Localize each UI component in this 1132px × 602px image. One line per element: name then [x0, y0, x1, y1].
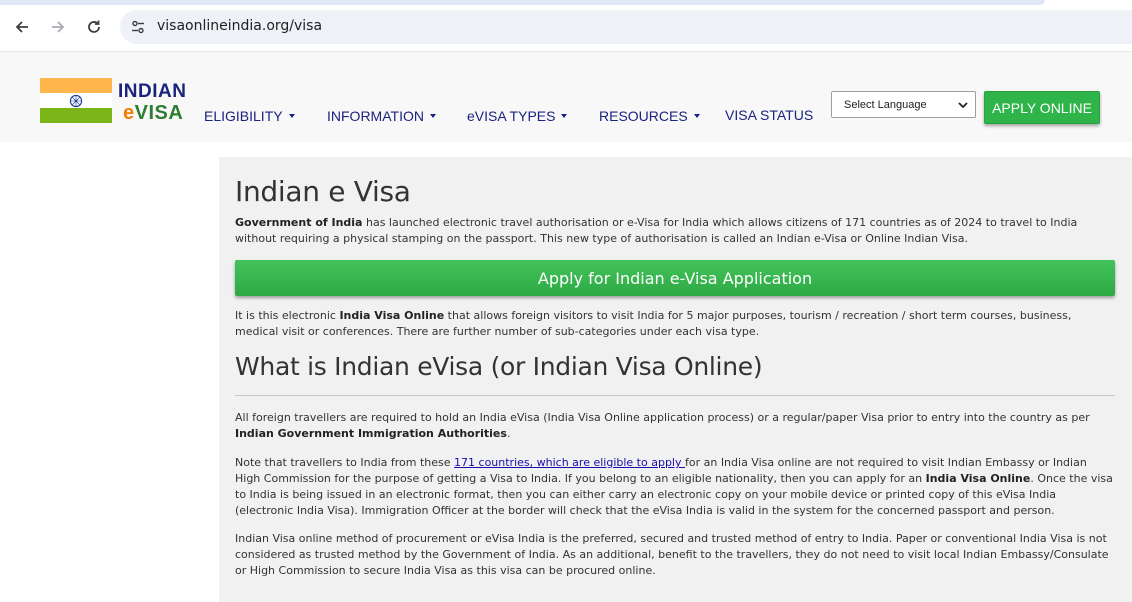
nav-eligibility[interactable]: ELIGIBILITY [204, 108, 295, 124]
logo-visa-word: VISA [134, 102, 184, 124]
caret-down-icon [693, 114, 700, 119]
eligible-countries-link[interactable]: 171 countries, which are eligible to app… [454, 456, 685, 469]
eligibility-paragraph: Note that travellers to India from these… [235, 455, 1115, 519]
url-text[interactable]: visaonlineindia.org/visa [157, 18, 322, 34]
logo-text-evisa[interactable]: eVISA [123, 102, 183, 125]
page-title: Indian e Visa [235, 175, 411, 208]
language-select-value: Select Language [844, 98, 927, 111]
apply-online-button[interactable]: APPLY ONLINE [984, 91, 1100, 124]
p2-bold: India Visa Online [339, 309, 445, 322]
section-heading: What is Indian eVisa (or Indian Visa Onl… [235, 352, 763, 381]
logo-text-indian[interactable]: INDIAN [118, 81, 186, 103]
p2-start: It is this electronic [235, 309, 340, 322]
reload-button[interactable] [81, 14, 107, 40]
p3-end: . [506, 427, 511, 440]
divider [235, 395, 1115, 396]
site-header: INDIAN eVISA ELIGIBILITY INFORMATION eVI… [0, 52, 1132, 142]
main-content: Indian e Visa Government of India has la… [219, 157, 1132, 602]
nav-visa-status[interactable]: VISA STATUS [725, 107, 813, 123]
caret-down-icon [429, 114, 436, 119]
intro-bold: Government of India [235, 216, 363, 229]
intro-paragraph: Government of India has launched electro… [235, 215, 1115, 247]
purposes-paragraph: It is this electronic India Visa Online … [235, 308, 1115, 340]
nav-information[interactable]: INFORMATION [327, 108, 436, 124]
india-flag-icon[interactable] [40, 78, 112, 123]
caret-down-icon [288, 114, 295, 119]
p3-start: All foreign travellers are required to h… [235, 411, 1090, 424]
back-button[interactable] [9, 14, 35, 40]
tune-icon [132, 20, 144, 34]
nav-information-label: INFORMATION [327, 108, 424, 124]
flag-saffron-band [40, 78, 112, 93]
reload-icon [88, 20, 100, 33]
apply-evisa-button[interactable]: Apply for Indian e-Visa Application [235, 260, 1115, 296]
tab-strip [0, 0, 1045, 5]
nav-resources-label: RESOURCES [599, 108, 688, 124]
site-info-button[interactable] [128, 17, 148, 37]
arrow-left-icon [15, 21, 28, 33]
nav-evisa-types-label: eVISA TYPES [467, 108, 556, 124]
browser-toolbar: visaonlineindia.org/visa [0, 0, 1132, 52]
nav-evisa-types[interactable]: eVISA TYPES [467, 108, 568, 124]
flag-white-band [40, 93, 112, 108]
nav-visa-status-label: VISA STATUS [725, 107, 814, 123]
arrow-right-icon [52, 21, 65, 33]
p4-start: Note that travellers to India from these [235, 456, 455, 469]
procurement-paragraph: Indian Visa online method of procurement… [235, 532, 1109, 577]
ashoka-chakra-icon [69, 94, 83, 107]
nav-resources[interactable]: RESOURCES [599, 108, 700, 124]
p3-bold: Indian Government Immigration Authoritie… [235, 427, 507, 440]
chevron-down-icon [958, 102, 968, 109]
nav-eligibility-label: ELIGIBILITY [204, 108, 283, 124]
requirement-paragraph: All foreign travellers are required to h… [235, 410, 1115, 442]
caret-down-icon [561, 114, 568, 119]
p4-bold: India Visa Online [925, 472, 1031, 485]
flag-green-band [40, 108, 112, 123]
language-select[interactable]: Select Language [831, 91, 976, 118]
forward-button[interactable] [45, 14, 71, 40]
logo-e-letter: e [123, 102, 135, 124]
intro-text: has launched electronic travel authorisa… [235, 216, 1078, 245]
